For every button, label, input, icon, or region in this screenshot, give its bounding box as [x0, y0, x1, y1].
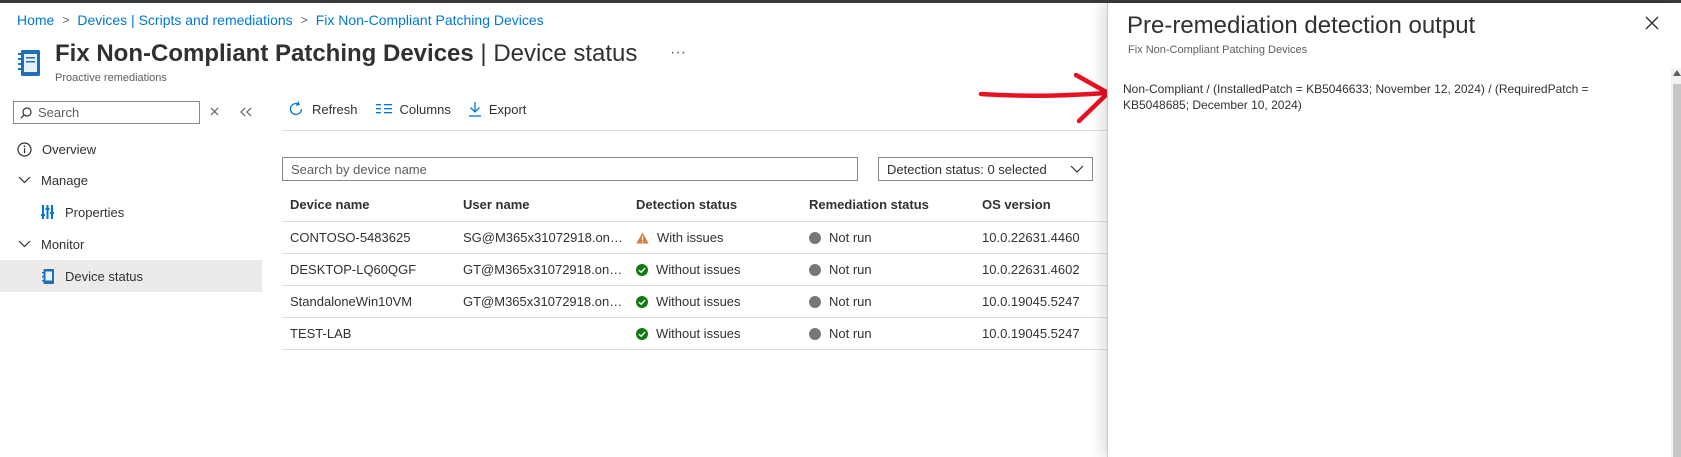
export-label: Export	[488, 101, 527, 117]
double-chevron-left-icon[interactable]	[240, 107, 252, 117]
device-name-cell[interactable]: StandaloneWin10VM	[290, 294, 412, 309]
scroll-up-icon[interactable]	[1673, 70, 1681, 76]
check-circle-icon	[636, 327, 648, 340]
detection-status-cell[interactable]: Without issues	[656, 294, 741, 309]
page-title: Fix Non-Compliant Patching Devices | Dev…	[55, 40, 686, 68]
more-options-icon[interactable]: ···	[670, 44, 686, 61]
user-name-cell: SG@M365x31072918.onmi...	[463, 230, 631, 245]
not-run-status-icon	[809, 263, 821, 276]
panel-title: Pre-remediation detection output	[1127, 12, 1476, 39]
breadcrumb-current-link[interactable]: Fix Non-Compliant Patching Devices	[316, 12, 544, 28]
page-title-section: Device status	[493, 40, 638, 67]
os-version-cell: 10.0.22631.4460	[982, 230, 1080, 245]
warning-icon	[636, 232, 649, 243]
properties-icon	[41, 205, 54, 219]
chevron-down-icon	[18, 240, 31, 248]
toolbar-divider	[282, 130, 1107, 131]
close-icon[interactable]	[210, 107, 219, 116]
sidebar-item-label: Manage	[41, 172, 88, 188]
device-name-cell[interactable]: CONTOSO-5483625	[290, 230, 410, 245]
device-search-box[interactable]	[282, 157, 858, 181]
info-icon	[17, 141, 32, 157]
device-status-table: Device name User name Detection status R…	[282, 188, 1107, 350]
export-button[interactable]: Export	[468, 101, 527, 117]
detection-output-text: Non-Compliant / (InstalledPatch = KB5046…	[1123, 82, 1589, 112]
breadcrumb-home-link[interactable]: Home	[17, 12, 54, 28]
table-row[interactable]: DESKTOP-LQ60QGF GT@M365x31072918.onmi...…	[282, 254, 1107, 286]
breadcrumb: Home > Devices | Scripts and remediation…	[17, 12, 544, 28]
table-row[interactable]: CONTOSO-5483625 SG@M365x31072918.onmi...…	[282, 222, 1107, 254]
column-header-user-name[interactable]: User name	[463, 188, 631, 221]
sidebar-item-properties[interactable]: Properties	[41, 202, 124, 222]
chevron-down-icon	[18, 176, 31, 184]
detection-status-filter-label: Detection status: 0 selected	[887, 161, 1047, 177]
refresh-label: Refresh	[312, 101, 358, 117]
table-row[interactable]: TEST-LAB Without issues Not run 10.0.190…	[282, 318, 1107, 350]
script-icon	[18, 50, 40, 76]
columns-icon	[375, 104, 392, 114]
not-run-status-icon	[809, 295, 821, 308]
refresh-icon	[289, 101, 303, 116]
sidebar-item-label: Properties	[65, 204, 125, 220]
sidebar-item-label: Overview	[42, 141, 97, 157]
device-name-cell[interactable]: DESKTOP-LQ60QGF	[290, 262, 416, 277]
sidebar-item-label: Device status	[65, 268, 144, 284]
detection-status-filter[interactable]: Detection status: 0 selected	[878, 157, 1093, 181]
not-run-status-icon	[809, 231, 821, 244]
column-header-device-name[interactable]: Device name	[290, 188, 455, 221]
panel-scrollbar[interactable]	[1671, 68, 1681, 457]
annotation-arrow-icon	[978, 72, 1111, 124]
sidebar-group-monitor[interactable]: Monitor	[18, 234, 84, 254]
check-circle-icon	[636, 263, 648, 276]
device-search-input[interactable]	[291, 161, 851, 177]
page-subtitle: Proactive remediations	[55, 72, 167, 84]
breadcrumb-separator-icon: >	[62, 13, 70, 27]
detection-status-cell[interactable]: With issues	[657, 230, 723, 245]
device-name-cell[interactable]: TEST-LAB	[290, 326, 351, 341]
sidebar-item-label: Monitor	[41, 236, 85, 252]
detection-status-cell[interactable]: Without issues	[656, 326, 741, 341]
sidebar-item-overview[interactable]: Overview	[17, 139, 96, 159]
remediation-status-cell: Not run	[829, 294, 872, 309]
detection-status-cell[interactable]: Without issues	[656, 262, 741, 277]
table-row[interactable]: StandaloneWin10VM GT@M365x31072918.onmi.…	[282, 286, 1107, 318]
user-name-cell: GT@M365x31072918.onmi...	[463, 262, 631, 277]
refresh-button[interactable]: Refresh	[288, 101, 358, 117]
page-title-divider: |	[480, 40, 487, 67]
column-header-detection-status[interactable]: Detection status	[636, 188, 804, 221]
os-version-cell: 10.0.22631.4602	[982, 262, 1080, 277]
remediation-status-cell: Not run	[829, 262, 872, 277]
os-version-cell: 10.0.19045.5247	[982, 294, 1080, 309]
search-icon	[20, 106, 32, 119]
page-title-name: Fix Non-Compliant Patching Devices	[55, 40, 474, 67]
remediation-status-cell: Not run	[829, 326, 872, 341]
command-bar: Refresh Columns Export	[288, 101, 544, 117]
panel-subtitle: Fix Non-Compliant Patching Devices	[1128, 44, 1308, 56]
nav-search-box[interactable]	[13, 101, 200, 124]
column-header-os-version[interactable]: OS version	[982, 188, 1107, 221]
close-icon[interactable]	[1645, 16, 1659, 30]
not-run-status-icon	[809, 327, 821, 340]
table-header-row: Device name User name Detection status R…	[282, 188, 1107, 222]
columns-button[interactable]: Columns	[375, 101, 451, 117]
chevron-down-icon	[1070, 165, 1084, 173]
detection-output-panel: Pre-remediation detection output Fix Non…	[1107, 3, 1681, 457]
column-header-remediation-status[interactable]: Remediation status	[809, 188, 977, 221]
device-status-icon	[42, 268, 54, 284]
user-name-cell: GT@M365x31072918.onmi...	[463, 294, 631, 309]
breadcrumb-devices-link[interactable]: Devices | Scripts and remediations	[77, 12, 292, 28]
sidebar-group-manage[interactable]: Manage	[18, 170, 88, 190]
scrollbar-thumb[interactable]	[1673, 84, 1681, 457]
check-circle-icon	[636, 295, 648, 308]
sidebar-item-device-status[interactable]: Device status	[0, 260, 262, 292]
breadcrumb-separator-icon: >	[300, 13, 308, 27]
remediation-status-cell: Not run	[829, 230, 872, 245]
columns-label: Columns	[399, 101, 451, 117]
download-icon	[468, 101, 481, 117]
os-version-cell: 10.0.19045.5247	[982, 326, 1080, 341]
nav-search-input[interactable]	[38, 105, 188, 120]
